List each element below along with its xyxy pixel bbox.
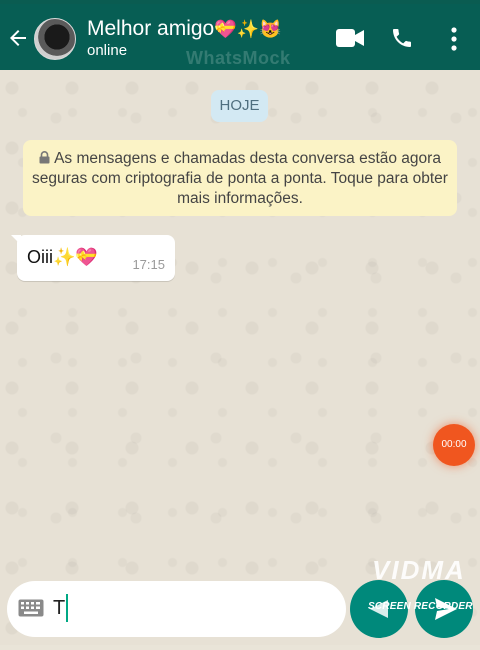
date-chip: HOJE [211,90,268,122]
message-bubble[interactable]: Oiii✨💝 17:15 [11,235,175,281]
contact-name-emojis: 💝✨😻 [214,19,282,39]
lock-icon [39,151,50,164]
video-call-icon[interactable] [336,28,365,48]
encryption-notice-text: As mensagens e chamadas desta conversa e… [32,150,448,207]
phone-icon[interactable] [390,26,414,50]
message-emojis: ✨💝 [53,247,98,267]
message-text-content: Oiii [27,247,53,267]
message-time: 17:15 [132,257,165,272]
encryption-notice[interactable]: As mensagens e chamadas desta conversa e… [23,140,457,216]
message-input-bar[interactable]: T [7,581,346,637]
message-text: Oiii✨💝 [27,247,98,268]
chat-area[interactable]: HOJE As mensagens e chamadas desta conve… [0,70,480,650]
more-vertical-icon[interactable] [446,26,462,52]
contact-name[interactable]: Melhor amigo💝✨😻 [87,17,281,41]
contact-status: online [87,42,128,59]
arrow-left-icon[interactable] [6,26,30,50]
keyboard-icon[interactable] [18,599,44,617]
avatar[interactable] [34,18,76,60]
chat-header: Melhor amigo💝✨😻 online WhatsMock [0,4,480,70]
bottom-edge [0,645,480,650]
app-watermark: WhatsMock [186,48,291,68]
contact-name-text: Melhor amigo [87,17,215,40]
recorder-watermark-subtitle: SCREEN RECORDER [368,601,473,612]
message-input-value[interactable]: T [53,597,65,620]
text-caret [66,594,68,622]
recorder-timer-badge[interactable]: 00:00 [433,424,475,466]
recorder-watermark-logo: VIDMA [372,555,466,585]
